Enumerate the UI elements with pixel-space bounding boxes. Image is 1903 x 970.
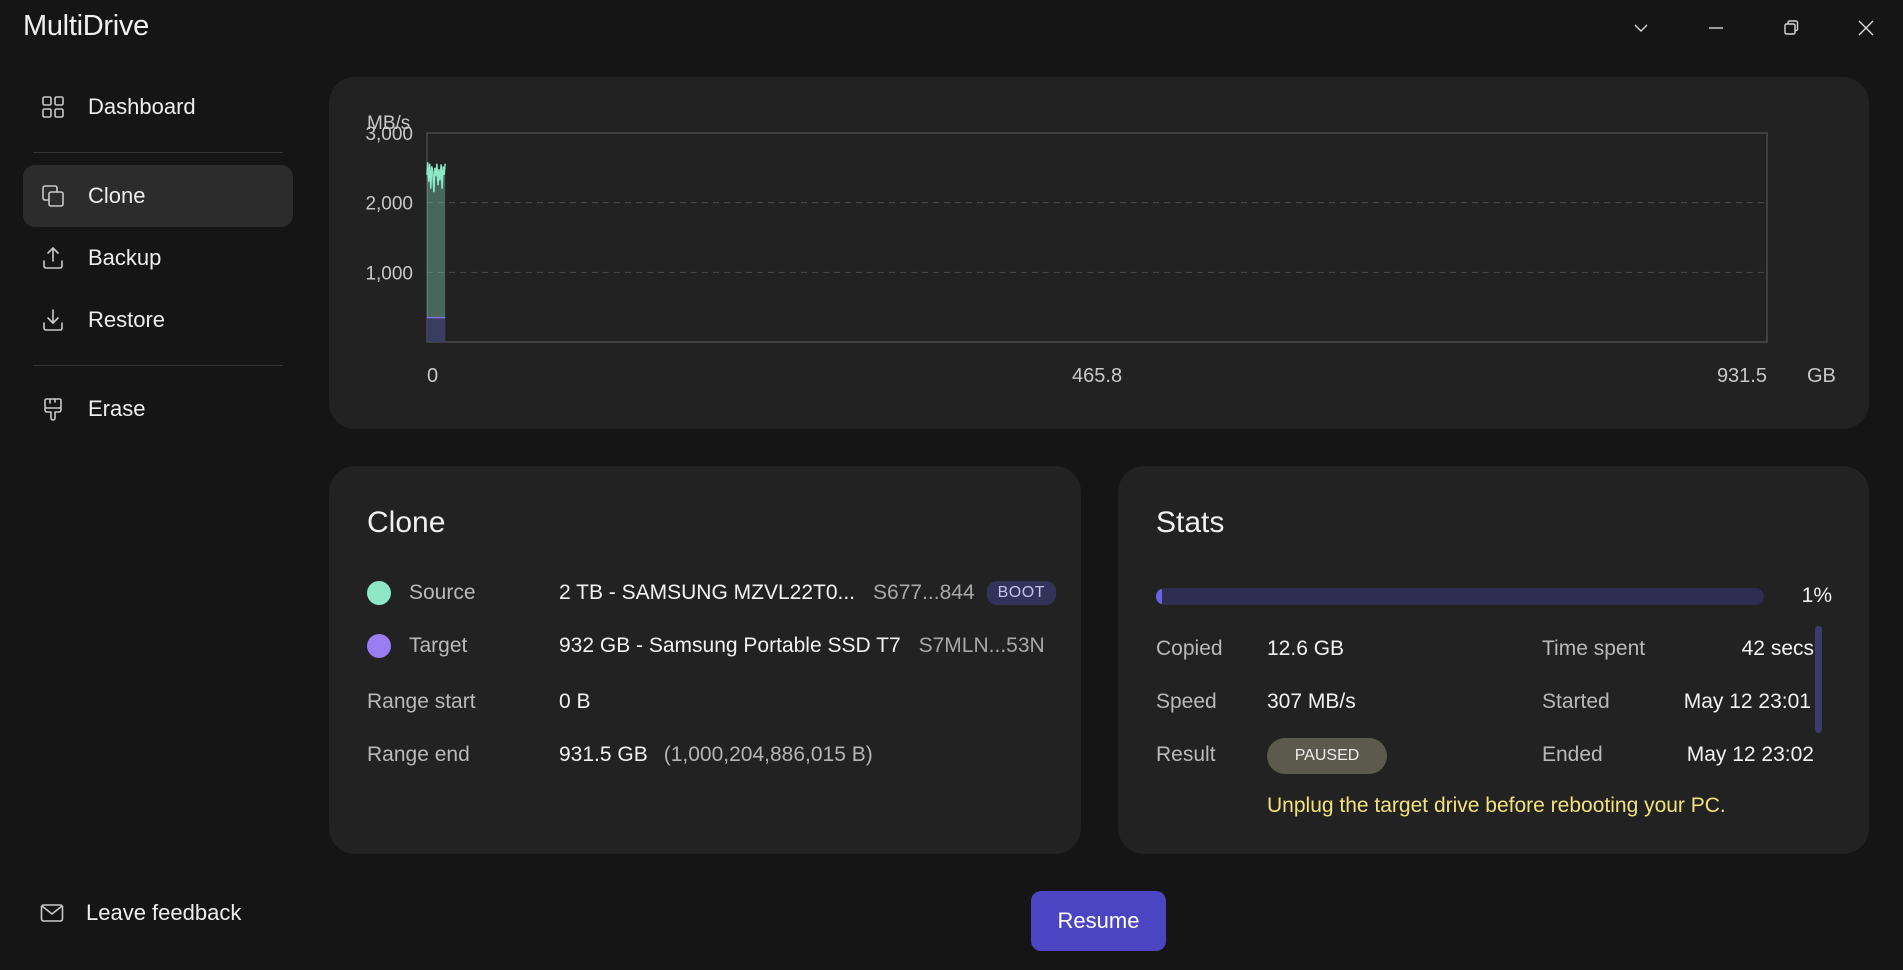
result-status-badge: PAUSED <box>1267 738 1387 774</box>
ended-label: Ended <box>1542 743 1603 766</box>
target-row: Target 932 GB - Samsung Portable SSD T7 … <box>367 634 1047 658</box>
restore-icon[interactable] <box>1753 0 1828 56</box>
time-spent-label: Time spent <box>1542 637 1646 660</box>
sidebar-item-restore[interactable]: Restore <box>23 289 293 351</box>
source-label: Source <box>409 581 476 604</box>
range-end-info: 931.5 GB (1,000,204,886,015 B) <box>559 743 873 767</box>
range-start-value: 0 B <box>559 690 591 713</box>
range-start-row: Range start 0 B <box>367 690 1047 714</box>
progress-bar <box>1156 588 1764 605</box>
ended-value: May 12 23:02 <box>1686 743 1814 766</box>
brush-icon <box>40 396 66 422</box>
progress-percent: 1% <box>1801 584 1832 607</box>
target-drive-info: 932 GB - Samsung Portable SSD T7 S7MLN..… <box>559 634 1045 658</box>
speed-value: 307 MB/s <box>1267 690 1356 713</box>
target-serial: S7MLN...53N <box>918 634 1045 657</box>
y-tick-label: 3,000 <box>365 124 413 145</box>
sidebar-item-erase[interactable]: Erase <box>23 378 293 440</box>
speed-chart: MB/s GB 3,0002,0001,0000 465.8 931.5 <box>365 113 1836 387</box>
speed-chart-panel: MB/s GB 3,000 2,000 1,000 0 465.8 931.5 <box>329 77 1869 429</box>
sidebar-item-dashboard[interactable]: Dashboard <box>23 76 293 138</box>
sidebar: Dashboard Clone Backup Restore Erase <box>23 76 293 440</box>
range-start-label: Range start <box>367 690 476 713</box>
source-serial: S677...844 <box>873 581 975 604</box>
series-area <box>427 317 446 342</box>
close-icon[interactable] <box>1828 0 1903 56</box>
sidebar-item-label: Backup <box>88 245 162 270</box>
sidebar-item-label: Restore <box>88 307 166 332</box>
sidebar-item-label: Erase <box>88 396 146 421</box>
x-tick-label: 0 <box>427 365 438 387</box>
app-title: MultiDrive <box>23 10 149 42</box>
speed-label: Speed <box>1156 690 1217 713</box>
source-drive-info: 2 TB - SAMSUNG MZVL22T0... S677...844 BO… <box>559 581 1056 605</box>
scrollbar[interactable] <box>1815 626 1822 733</box>
upload-icon <box>40 245 66 271</box>
chevron-down-icon[interactable] <box>1603 0 1678 56</box>
boot-badge: BOOT <box>986 581 1056 605</box>
started-label: Started <box>1542 690 1610 713</box>
x-tick-label: 465.8 <box>1072 365 1122 387</box>
progress-fill <box>1156 588 1163 605</box>
sidebar-item-backup[interactable]: Backup <box>23 227 293 289</box>
stats-panel: Stats 1% Copied 12.6 GB Speed 307 MB/s R… <box>1118 466 1869 854</box>
result-label: Result <box>1156 743 1216 766</box>
time-spent-value: 42 secs <box>1741 637 1814 660</box>
sidebar-item-label: Dashboard <box>88 94 196 119</box>
resume-button[interactable]: Resume <box>1031 891 1166 951</box>
range-end-row: Range end 931.5 GB (1,000,204,886,015 B) <box>367 743 1047 767</box>
series-area <box>427 162 446 342</box>
stats-title: Stats <box>1156 506 1225 539</box>
range-end-value: 931.5 GB <box>559 743 648 766</box>
leave-feedback-link[interactable]: Leave feedback <box>40 900 241 926</box>
feedback-label: Leave feedback <box>86 900 242 925</box>
started-value: May 12 23:01 <box>1683 690 1811 713</box>
divider <box>33 152 283 153</box>
source-drive-name: 2 TB - SAMSUNG MZVL22T0... <box>559 581 856 604</box>
target-color-dot <box>367 634 391 658</box>
mail-icon <box>40 900 66 926</box>
divider <box>33 365 283 366</box>
unplug-warning: Unplug the target drive before rebooting… <box>1267 794 1726 817</box>
target-label: Target <box>409 634 468 657</box>
dashboard-icon <box>40 94 66 120</box>
download-icon <box>40 307 66 333</box>
clone-title: Clone <box>367 506 446 539</box>
plot-frame <box>426 132 1768 343</box>
target-drive-name: 932 GB - Samsung Portable SSD T7 <box>559 634 901 657</box>
clone-icon <box>40 183 66 209</box>
range-end-label: Range end <box>367 743 470 766</box>
minimize-icon[interactable] <box>1678 0 1753 56</box>
y-tick-label: 1,000 <box>365 263 413 284</box>
x-tick-label: 931.5 <box>1717 365 1767 387</box>
copied-value: 12.6 GB <box>1267 637 1345 660</box>
window-controls <box>1603 0 1903 56</box>
copied-label: Copied <box>1156 637 1223 660</box>
clone-panel: Clone Source 2 TB - SAMSUNG MZVL22T0... … <box>329 466 1081 854</box>
sidebar-item-clone[interactable]: Clone <box>23 165 293 227</box>
source-color-dot <box>367 581 391 605</box>
y-tick-label: 2,000 <box>365 194 413 215</box>
sidebar-item-label: Clone <box>88 183 146 208</box>
source-row: Source 2 TB - SAMSUNG MZVL22T0... S677..… <box>367 581 1056 605</box>
range-end-bytes: (1,000,204,886,015 B) <box>663 743 873 766</box>
x-axis-label: GB <box>1807 365 1836 387</box>
